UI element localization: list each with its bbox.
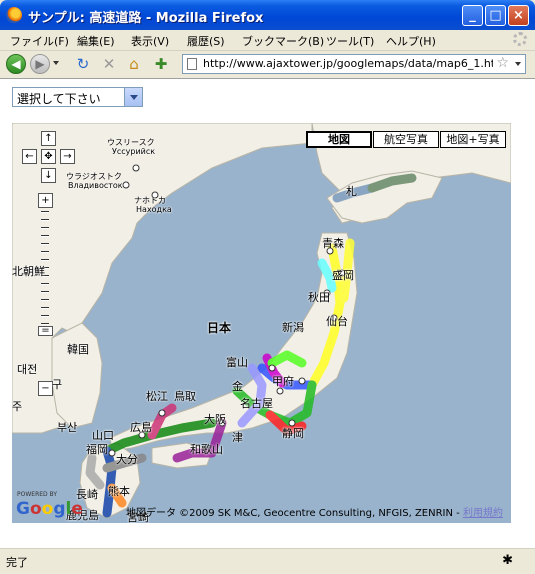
- label-nakhodka-ru: Находка: [136, 205, 172, 214]
- address-bar[interactable]: http://www.ajaxtower.jp/googlemaps/data/…: [182, 54, 526, 74]
- label-matsue: 松江: [146, 390, 168, 403]
- menu-help[interactable]: ヘルプ(H): [386, 33, 436, 49]
- label-kita-chosen: 北朝鮮: [12, 265, 45, 278]
- pan-down-button[interactable]: ↓: [41, 168, 56, 183]
- forward-button[interactable]: ▶: [30, 54, 50, 74]
- chevron-down-icon[interactable]: [124, 88, 142, 106]
- menu-tools[interactable]: ツール(T): [326, 33, 374, 49]
- label-fukuoka: 福岡: [86, 443, 108, 456]
- label-nagoya: 名古屋: [240, 397, 273, 410]
- history-dropdown-icon[interactable]: [53, 61, 59, 65]
- browser-window: サンプル: 高速道路 - Mozilla Firefox _ □ × ファイル(…: [0, 0, 535, 574]
- label-ju: 주: [12, 400, 23, 413]
- label-kankoku: 韓国: [67, 343, 89, 356]
- label-japan: 日本: [207, 321, 232, 335]
- label-sapporo: 札: [346, 185, 357, 198]
- google-map[interactable]: ↑ ← ✥ → ↓ + = − 地図 航空写真 地図+写真 ウスリースク Усс…: [12, 123, 511, 523]
- label-gu: 구: [52, 378, 63, 391]
- zoom-out-button[interactable]: −: [38, 381, 53, 396]
- label-tsu: 津: [232, 431, 243, 444]
- label-shizuoka: 静岡: [282, 427, 304, 440]
- home-icon[interactable]: ⌂: [125, 55, 143, 73]
- label-vladivostok-ru: Владивосток: [68, 181, 123, 190]
- label-toyama: 富山: [226, 356, 248, 369]
- label-niigata: 新潟: [282, 321, 304, 334]
- label-kofu: 甲府: [272, 375, 294, 388]
- label-sendai: 仙台: [326, 315, 348, 328]
- route-select[interactable]: 選択して下さい: [12, 87, 143, 107]
- maptype-satellite-button[interactable]: 航空写真: [373, 131, 439, 148]
- label-daejeon: 대전: [17, 363, 38, 376]
- maptype-map-button[interactable]: 地図: [306, 131, 372, 148]
- stop-icon[interactable]: ✕: [100, 55, 118, 73]
- label-kanazawa: 金: [232, 380, 243, 393]
- expressway-routes: [85, 173, 417, 518]
- label-kumamoto: 熊本: [108, 485, 130, 498]
- terms-link[interactable]: 利用規約: [463, 508, 503, 519]
- label-akita: 秋田: [308, 291, 330, 304]
- menu-bar: ファイル(F) 編集(E) 表示(V) 履歴(S) ブックマーク(B) ツール(…: [0, 30, 535, 51]
- maximize-button[interactable]: □: [485, 5, 506, 26]
- page-content: 選択して下さい ↑ ← ✥ → ↓ + = − 地図 航空写真 地図+写真 ウス…: [0, 78, 535, 549]
- menu-history[interactable]: 履歴(S): [187, 33, 225, 49]
- bookmark-star-icon[interactable]: ☆: [496, 55, 509, 71]
- pan-left-button[interactable]: ←: [22, 149, 37, 164]
- throbber-icon: [513, 32, 527, 46]
- label-oita: 大分: [116, 453, 138, 466]
- status-text: 完了: [6, 556, 28, 569]
- route-select-value: 選択して下さい: [17, 92, 101, 106]
- page-icon: [187, 58, 197, 70]
- back-arrow-icon: ◀: [11, 57, 21, 71]
- window-title: サンプル: 高速道路 - Mozilla Firefox: [28, 11, 264, 26]
- label-morioka: 盛岡: [332, 269, 354, 282]
- back-button[interactable]: ◀: [6, 54, 26, 74]
- pan-center-button[interactable]: ✥: [41, 149, 56, 164]
- powered-by-label: POWERED BY: [17, 491, 58, 498]
- menu-edit[interactable]: 編集(E): [77, 33, 115, 49]
- firebug-icon[interactable]: ✱: [502, 553, 513, 568]
- addon-icon[interactable]: ✚: [152, 55, 170, 73]
- title-bar: サンプル: 高速道路 - Mozilla Firefox _ □ ×: [0, 0, 535, 30]
- menu-view[interactable]: 表示(V): [131, 33, 169, 49]
- label-ussuriysk-ru: Уссурийск: [112, 147, 156, 156]
- label-tottori: 鳥取: [174, 390, 196, 403]
- pan-right-button[interactable]: →: [60, 149, 75, 164]
- google-logo[interactable]: Google: [16, 499, 83, 519]
- close-button[interactable]: ×: [508, 5, 529, 26]
- maptype-hybrid-button[interactable]: 地図+写真: [440, 131, 506, 148]
- label-hiroshima: 広島: [130, 421, 152, 434]
- minimize-button[interactable]: _: [462, 5, 483, 26]
- label-wakayama: 和歌山: [190, 443, 223, 456]
- url-dropdown-icon[interactable]: [515, 62, 521, 66]
- firefox-icon: [6, 7, 22, 23]
- navigation-toolbar: ◀ ▶ ↻ ✕ ⌂ ✚ http://www.ajaxtower.jp/goog…: [0, 51, 535, 77]
- reload-icon[interactable]: ↻: [74, 55, 92, 73]
- map-copyright: 地図データ ©2009 SK M&C, Geocentre Consulting…: [126, 504, 503, 519]
- status-bar: 完了 ✱: [0, 548, 535, 574]
- copyright-text: 地図データ ©2009 SK M&C, Geocentre Consulting…: [126, 508, 460, 519]
- zoom-slider-handle[interactable]: =: [38, 326, 53, 336]
- label-osaka: 大阪: [204, 413, 226, 426]
- url-text[interactable]: http://www.ajaxtower.jp/googlemaps/data/…: [203, 57, 493, 70]
- zoom-in-button[interactable]: +: [38, 193, 53, 208]
- forward-arrow-icon: ▶: [35, 57, 45, 71]
- menu-file[interactable]: ファイル(F): [10, 33, 69, 49]
- menu-bookmarks[interactable]: ブックマーク(B): [242, 33, 324, 49]
- label-busan: 부산: [57, 421, 78, 434]
- label-aomori: 青森: [322, 237, 344, 250]
- pan-up-button[interactable]: ↑: [41, 131, 56, 146]
